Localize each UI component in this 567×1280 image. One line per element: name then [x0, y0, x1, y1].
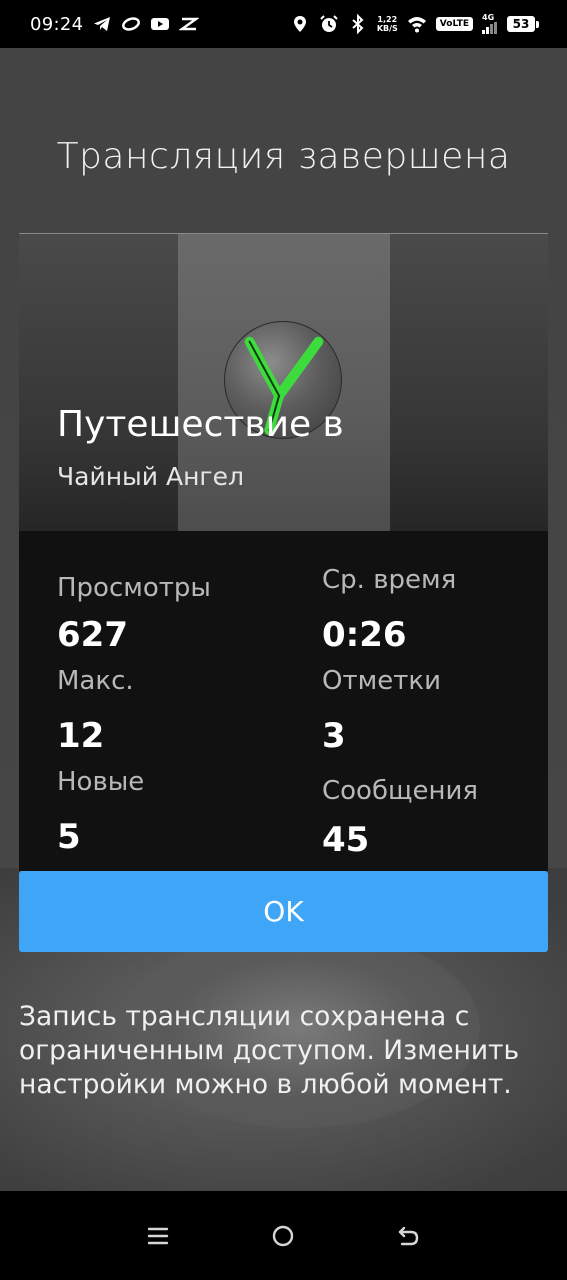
stat-value: 45	[322, 820, 370, 860]
network-type: 4G	[482, 13, 495, 22]
oval-app-icon	[121, 14, 141, 34]
stat-views: Просмотры 627	[57, 573, 211, 655]
stat-value: 5	[57, 817, 81, 857]
back-button[interactable]	[394, 1221, 424, 1251]
recording-note: Запись трансляции сохранена с ограниченн…	[19, 1001, 520, 1100]
net-speed-unit: KB/S	[376, 24, 398, 33]
navigation-bar	[0, 1191, 567, 1280]
status-time: 09:24	[30, 13, 84, 35]
cell-signal: 4G	[482, 14, 498, 34]
page-title: Трансляция завершена	[56, 136, 511, 177]
net-speed-value: 1,22	[377, 15, 398, 24]
stat-value: 12	[57, 716, 105, 756]
stat-value: 627	[57, 615, 128, 655]
bluetooth-icon	[348, 14, 368, 34]
stat-label: Отметки	[322, 666, 441, 696]
alarm-icon	[319, 14, 339, 34]
battery-indicator: 53	[507, 16, 539, 32]
signal-bars-icon	[482, 22, 498, 34]
net-speed: 1,22 KB/S	[377, 15, 398, 33]
capcut-icon	[179, 14, 200, 34]
telegram-icon	[92, 14, 112, 34]
stream-stats: Просмотры 627 Ср. время 0:26 Макс. 12 От…	[19, 531, 548, 871]
volte-badge: VoLTE	[435, 17, 473, 31]
stat-label: Новые	[57, 767, 145, 797]
circle-home-icon	[273, 1225, 294, 1246]
stat-label: Просмотры	[57, 573, 211, 603]
status-right: 1,22 KB/S VoLTE 4G 53	[290, 14, 539, 34]
stat-likes: Отметки 3	[322, 666, 441, 756]
stat-value: 3	[322, 716, 346, 756]
stat-value: 0:26	[322, 615, 407, 655]
stat-label: Сообщения	[322, 776, 479, 806]
status-left: 09:24	[30, 13, 200, 35]
stream-card-header: Путешествие в Чайный Ангел	[19, 234, 548, 531]
stream-author: Чайный Ангел	[57, 462, 244, 491]
battery-level: 53	[507, 16, 535, 32]
stat-max: Макс. 12	[57, 666, 134, 756]
stream-title: Путешествие в	[57, 404, 344, 445]
battery-tip	[536, 20, 539, 28]
location-icon	[290, 14, 310, 34]
back-arrow-icon	[398, 1226, 419, 1245]
stat-label: Ср. время	[322, 565, 457, 595]
status-bar: 09:24 1,22 KB/S VoLTE 4G 53	[0, 0, 567, 48]
menu-lines-icon	[147, 1227, 169, 1244]
stat-messages: Сообщения 45	[322, 776, 478, 860]
recents-button[interactable]	[143, 1221, 173, 1251]
home-button[interactable]	[268, 1221, 298, 1251]
stat-label: Макс.	[57, 666, 134, 696]
youtube-icon	[150, 14, 170, 34]
ok-button[interactable]: OK	[19, 871, 548, 952]
stat-avg-time: Ср. время 0:26	[322, 565, 456, 655]
wifi-icon	[407, 14, 427, 34]
stat-new: Новые 5	[57, 767, 144, 857]
